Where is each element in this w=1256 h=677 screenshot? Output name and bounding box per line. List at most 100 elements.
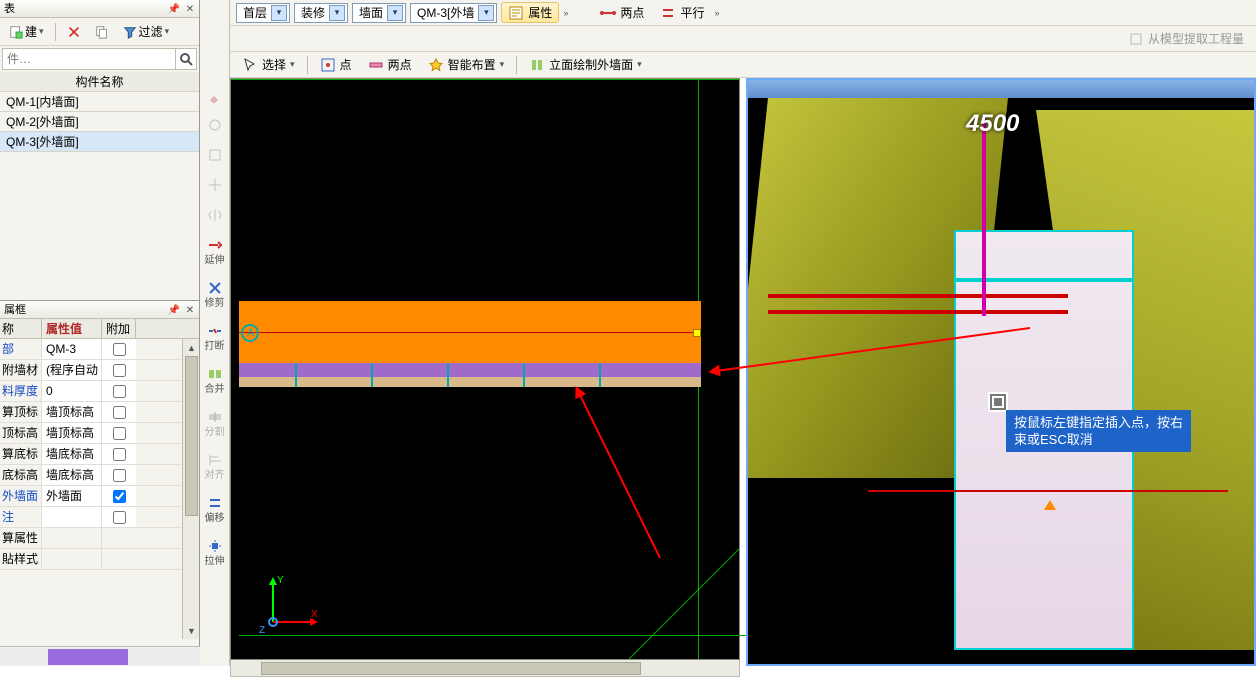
scroll-up-icon[interactable]: ▲ xyxy=(183,339,199,356)
filter-button[interactable]: 过滤 ▾ xyxy=(118,21,175,42)
smart-layout-tool[interactable]: 智能布置 ▾ xyxy=(422,55,511,74)
pin-icon[interactable]: 📌 xyxy=(167,302,181,316)
search-input[interactable] xyxy=(2,48,175,70)
chevron-down-icon: ▾ xyxy=(478,5,494,21)
scroll-thumb[interactable] xyxy=(261,662,641,675)
axis-gizmo: Y X Z xyxy=(253,567,323,637)
active-tab[interactable] xyxy=(48,649,128,665)
break-tool[interactable]: 打断 xyxy=(203,318,227,357)
prop-row[interactable]: 部 QM-3 xyxy=(0,339,199,360)
mirror-tool[interactable] xyxy=(203,202,227,228)
prop-group[interactable]: 貼样式 xyxy=(0,549,199,570)
chevron-down-icon: ▾ xyxy=(387,5,403,21)
prop-row[interactable]: 算顶标高 墙顶标高 xyxy=(0,402,199,423)
scroll-thumb[interactable] xyxy=(185,356,198,516)
chevron-down-icon: ▾ xyxy=(329,5,345,21)
offset-tool[interactable]: 偏移 xyxy=(203,490,227,529)
separator xyxy=(55,23,56,41)
component-grid-header: 构件名称 xyxy=(0,72,199,92)
prop-extra-checkbox[interactable] xyxy=(113,511,126,524)
component-row[interactable]: QM-1[内墙面] xyxy=(0,92,199,112)
prop-group[interactable]: 算属性 xyxy=(0,528,199,549)
extend-tool[interactable]: 延伸 xyxy=(203,232,227,271)
property-grid-header: 称 属性值 附加 xyxy=(0,319,199,339)
cursor-target-icon xyxy=(988,392,1008,412)
delete-button[interactable] xyxy=(62,23,86,41)
close-icon[interactable]: ✕ xyxy=(183,1,197,15)
point-tool[interactable]: 点 xyxy=(314,55,358,74)
two-point-tool[interactable]: 两点 xyxy=(594,3,650,22)
separator xyxy=(516,56,517,74)
edge-red xyxy=(868,490,1228,492)
prop-extra-checkbox[interactable] xyxy=(113,448,126,461)
component-list-title-bar: 表 📌 ✕ xyxy=(0,0,199,18)
svg-text:Y: Y xyxy=(277,575,284,586)
merge-tool[interactable]: 合并 xyxy=(203,361,227,400)
two-point-draw[interactable]: 两点 xyxy=(362,55,418,74)
overflow-chevron-icon[interactable]: » xyxy=(714,8,719,18)
tool[interactable] xyxy=(203,142,227,168)
tool[interactable] xyxy=(203,112,227,138)
copy-button[interactable] xyxy=(90,23,114,41)
left-tab-strip[interactable] xyxy=(0,646,200,666)
align-tool[interactable]: 对齐 xyxy=(203,447,227,486)
component-row[interactable]: QM-2[外墙面] xyxy=(0,112,199,132)
scroll-down-icon[interactable]: ▼ xyxy=(183,622,199,639)
trim-tool[interactable]: 修剪 xyxy=(203,275,227,314)
prop-row[interactable]: 算底标高 墙底标高 xyxy=(0,444,199,465)
component-row[interactable]: QM-3[外墙面] xyxy=(0,132,199,152)
close-icon[interactable]: ✕ xyxy=(183,302,197,316)
elevation-draw-tool[interactable]: 立面绘制外墙面 ▾ xyxy=(523,55,648,74)
pin-icon[interactable]: 📌 xyxy=(167,1,181,15)
category-select[interactable]: 装修▾ xyxy=(294,3,348,23)
svg-text:X: X xyxy=(311,609,318,620)
canvas-2d[interactable]: A Y X Z xyxy=(230,78,740,660)
overflow-chevron-icon[interactable]: » xyxy=(563,8,568,18)
subcategory-select[interactable]: 墙面▾ xyxy=(352,3,406,23)
split-tool[interactable]: 分割 xyxy=(203,404,227,443)
horizontal-scrollbar[interactable] xyxy=(230,660,740,677)
col-value: 属性值 xyxy=(42,319,102,338)
new-button[interactable]: 建 ▾ xyxy=(4,21,49,42)
grip-handle[interactable] xyxy=(693,329,701,337)
chevron-down-icon: ▾ xyxy=(165,26,170,37)
floor-select[interactable]: 首层▾ xyxy=(236,3,290,23)
layer-purple[interactable] xyxy=(239,363,701,377)
properties-button[interactable]: 属性 xyxy=(501,2,559,23)
chevron-down-icon: ▾ xyxy=(271,5,287,21)
prop-extra-checkbox[interactable] xyxy=(113,364,126,377)
prop-extra-checkbox[interactable] xyxy=(113,343,126,356)
prop-extra-checkbox[interactable] xyxy=(113,406,126,419)
brush-tool[interactable] xyxy=(203,82,227,108)
prop-extra-checkbox[interactable] xyxy=(113,385,126,398)
edit-tool-strip: 延伸 修剪 打断 合并 分割 对齐 偏移 拉伸 xyxy=(200,0,230,666)
prop-row[interactable]: 注 xyxy=(0,507,199,528)
layer-wood[interactable] xyxy=(239,377,701,387)
filter-button-label: 过滤 xyxy=(139,23,163,40)
prop-row[interactable]: 外墙面 外墙面 xyxy=(0,486,199,507)
select-tool[interactable]: 选择 ▾ xyxy=(236,55,301,74)
search-button[interactable] xyxy=(175,48,197,70)
search-row xyxy=(0,46,199,72)
spacer xyxy=(0,152,199,300)
col-name: 称 xyxy=(0,319,42,338)
prop-row[interactable]: 底标高 墙底标高 xyxy=(0,465,199,486)
grid-line xyxy=(629,549,739,659)
stretch-tool[interactable]: 拉伸 xyxy=(203,533,227,572)
wall-centerline xyxy=(239,332,701,333)
parallel-tool[interactable]: 平行 xyxy=(654,3,710,22)
property-grid-body: 部 QM-3 附墙材质 (程序自动 料厚度( 0 算顶标高 墙顶标高 顶标高 xyxy=(0,339,199,639)
axis-node-a[interactable]: A xyxy=(241,324,259,342)
vertical-scrollbar[interactable]: ▲ ▼ xyxy=(182,339,199,639)
prop-extra-checkbox[interactable] xyxy=(113,427,126,440)
viewport-3d-photo[interactable]: 4500 按鼠标左键指定插入点，按右 束或ESC取消 xyxy=(746,78,1256,666)
extract-from-model-button[interactable]: 从模型提取工程量 xyxy=(1122,29,1250,48)
prop-extra-checkbox[interactable] xyxy=(113,490,126,503)
prop-row[interactable]: 料厚度( 0 xyxy=(0,381,199,402)
item-select[interactable]: QM-3[外墙▾ xyxy=(410,3,497,23)
tool[interactable] xyxy=(203,172,227,198)
property-pane-title: 属框 xyxy=(4,304,26,316)
prop-row[interactable]: 顶标高 墙顶标高 xyxy=(0,423,199,444)
prop-extra-checkbox[interactable] xyxy=(113,469,126,482)
prop-row[interactable]: 附墙材质 (程序自动 xyxy=(0,360,199,381)
